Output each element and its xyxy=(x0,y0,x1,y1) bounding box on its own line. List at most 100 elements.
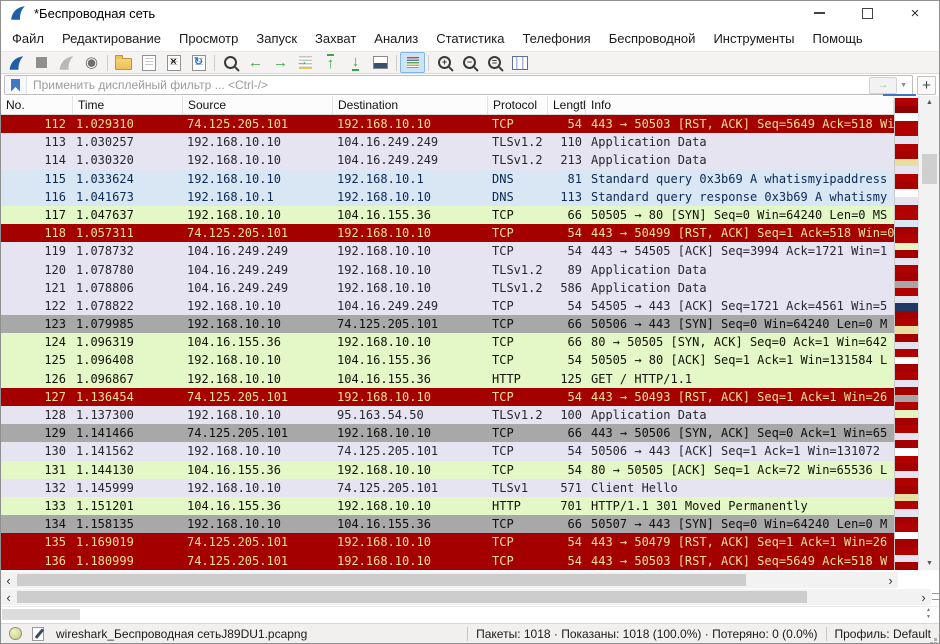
column-header-destination[interactable]: Destination xyxy=(333,96,488,114)
find-packet-button[interactable] xyxy=(218,52,243,73)
packet-row-126[interactable]: 1261.096867192.168.10.10104.16.155.36HTT… xyxy=(1,370,894,388)
horizontal-scroll-thumb-1[interactable] xyxy=(17,574,746,586)
col-proto: DNS xyxy=(488,188,548,206)
col-time: 1.145999 xyxy=(73,479,183,497)
scroll-down-icon[interactable]: ▼ xyxy=(919,560,940,567)
menu-item-1[interactable]: Редактирование xyxy=(53,28,170,49)
last-packet-button[interactable]: ↓ xyxy=(343,52,368,73)
spinner-icon[interactable]: ▲▼ xyxy=(926,607,931,621)
menu-item-0[interactable]: Файл xyxy=(3,28,53,49)
col-proto: HTTP xyxy=(488,497,548,515)
packet-row-113[interactable]: 1131.030257192.168.10.10104.16.249.249TL… xyxy=(1,133,894,151)
scroll-right-icon[interactable]: › xyxy=(916,589,931,605)
stop-capture-button[interactable] xyxy=(29,52,54,73)
restart-capture-button[interactable] xyxy=(54,52,79,73)
vertical-scroll-thumb[interactable] xyxy=(922,154,937,184)
packet-row-128[interactable]: 1281.137300192.168.10.1095.163.54.50TLSv… xyxy=(1,406,894,424)
col-dst: 104.16.155.36 xyxy=(333,370,488,388)
first-packet-button[interactable]: ↑ xyxy=(318,52,343,73)
scroll-left-icon[interactable]: ‹ xyxy=(1,572,16,588)
autoscroll-button[interactable] xyxy=(368,52,393,73)
packet-row-121[interactable]: 1211.078806104.16.249.249192.168.10.10TL… xyxy=(1,279,894,297)
packet-row-127[interactable]: 1271.13645474.125.205.101192.168.10.10TC… xyxy=(1,388,894,406)
packet-row-112[interactable]: 1121.02931074.125.205.101192.168.10.10TC… xyxy=(1,115,894,133)
maximize-button[interactable] xyxy=(843,1,891,25)
column-header-protocol[interactable]: Protocol xyxy=(488,96,548,114)
col-dst: 192.168.10.10 xyxy=(333,279,488,297)
start-capture-button[interactable] xyxy=(4,52,29,73)
packet-row-124[interactable]: 1241.096319104.16.155.36192.168.10.10TCP… xyxy=(1,333,894,351)
close-button[interactable]: × xyxy=(891,1,939,25)
minimap-stripe xyxy=(895,494,919,502)
display-filter-input[interactable]: Применить дисплейный фильтр ... <Ctrl-/>… xyxy=(4,75,913,95)
minimize-button[interactable] xyxy=(795,1,843,25)
column-header-length[interactable]: Length xyxy=(548,96,586,114)
packet-row-130[interactable]: 1301.141562192.168.10.1074.125.205.101TC… xyxy=(1,442,894,460)
colorize-button[interactable] xyxy=(400,52,425,73)
previous-packet-button[interactable]: ← xyxy=(243,52,268,73)
close-file-button[interactable]: × xyxy=(161,52,186,73)
menu-item-4[interactable]: Захват xyxy=(306,28,365,49)
scroll-up-icon[interactable]: ▲ xyxy=(919,99,940,106)
profile-label[interactable]: Профиль: Default xyxy=(835,627,932,641)
intelligent-scrollbar[interactable] xyxy=(894,98,919,570)
menu-item-10[interactable]: Помощь xyxy=(804,28,872,49)
save-file-button[interactable] xyxy=(136,52,161,73)
packet-row-116[interactable]: 1161.041673192.168.10.1192.168.10.10DNS1… xyxy=(1,188,894,206)
minimap-stripe xyxy=(895,456,919,464)
goto-packet-button[interactable]: → xyxy=(293,52,318,73)
packet-row-123[interactable]: 1231.079985192.168.10.1074.125.205.101TC… xyxy=(1,315,894,333)
menu-item-2[interactable]: Просмотр xyxy=(170,28,247,49)
minimap-stripe xyxy=(895,372,919,380)
zoom-100-button[interactable]: = xyxy=(482,52,507,73)
resize-columns-button[interactable] xyxy=(507,52,532,73)
menu-item-5[interactable]: Анализ xyxy=(365,28,427,49)
horizontal-scrollbar-2[interactable]: ‹ › xyxy=(1,589,931,605)
packet-row-129[interactable]: 1291.14146674.125.205.101192.168.10.10TC… xyxy=(1,424,894,442)
column-header-time[interactable]: Time xyxy=(73,96,183,114)
packet-row-117[interactable]: 1171.047637192.168.10.10104.16.155.36TCP… xyxy=(1,206,894,224)
packet-row-115[interactable]: 1151.033624192.168.10.10192.168.10.1DNS8… xyxy=(1,170,894,188)
zoom-out-button[interactable]: − xyxy=(457,52,482,73)
scroll-left-icon[interactable]: ‹ xyxy=(1,589,16,605)
packet-row-119[interactable]: 1191.078732104.16.249.249192.168.10.10TC… xyxy=(1,242,894,260)
add-filter-button[interactable]: + xyxy=(917,76,936,95)
packet-row-134[interactable]: 1341.158135192.168.10.10104.16.155.36TCP… xyxy=(1,515,894,533)
column-header-no[interactable]: No. xyxy=(1,96,73,114)
packet-row-118[interactable]: 1181.05731174.125.205.101192.168.10.10TC… xyxy=(1,224,894,242)
apply-filter-button[interactable]: → xyxy=(869,77,897,94)
expert-info-button[interactable] xyxy=(9,627,22,640)
column-header-source[interactable]: Source xyxy=(183,96,333,114)
capture-comment-button[interactable] xyxy=(32,627,44,641)
menu-item-3[interactable]: Запуск xyxy=(247,28,306,49)
packet-row-122[interactable]: 1221.078822192.168.10.10104.16.249.249TC… xyxy=(1,297,894,315)
col-info: 443 → 50479 [RST, ACK] Seq=1 Ack=1 Win=2… xyxy=(586,533,894,551)
menu-item-7[interactable]: Телефония xyxy=(513,28,599,49)
menu-item-9[interactable]: Инструменты xyxy=(704,28,803,49)
packet-row-131[interactable]: 1311.144130104.16.155.36192.168.10.10TCP… xyxy=(1,461,894,479)
splitter-grip[interactable] xyxy=(932,593,940,600)
packet-row-135[interactable]: 1351.16901974.125.205.101192.168.10.10TC… xyxy=(1,533,894,551)
next-packet-button[interactable]: → xyxy=(268,52,293,73)
open-file-button[interactable] xyxy=(111,52,136,73)
packet-row-132[interactable]: 1321.145999192.168.10.1074.125.205.101TL… xyxy=(1,479,894,497)
capture-options-button[interactable]: ◉ xyxy=(79,52,104,73)
collapsed-pane-handle[interactable] xyxy=(2,609,80,620)
zoom-in-button[interactable]: + xyxy=(432,52,457,73)
packet-row-120[interactable]: 1201.078780104.16.249.249192.168.10.10TL… xyxy=(1,261,894,279)
packet-row-125[interactable]: 1251.096408192.168.10.10104.16.155.36TCP… xyxy=(1,351,894,369)
horizontal-scrollbar-1[interactable]: ‹ › xyxy=(1,572,898,588)
packet-row-136[interactable]: 1361.18099974.125.205.101192.168.10.10TC… xyxy=(1,552,894,570)
packet-row-114[interactable]: 1141.030320192.168.10.10104.16.249.249TL… xyxy=(1,151,894,169)
resize-grip-icon[interactable] xyxy=(934,638,937,641)
horizontal-scroll-thumb-2[interactable] xyxy=(17,591,807,603)
menu-item-6[interactable]: Статистика xyxy=(427,28,513,49)
filter-bookmark-button[interactable] xyxy=(5,76,27,94)
vertical-scrollbar[interactable]: ▲ ▼ xyxy=(918,96,940,570)
filter-dropdown-icon[interactable]: ▼ xyxy=(900,82,907,89)
column-header-info[interactable]: Info xyxy=(586,96,894,114)
menu-item-8[interactable]: Беспроводной xyxy=(600,28,705,49)
packet-row-133[interactable]: 1331.151201104.16.155.36192.168.10.10HTT… xyxy=(1,497,894,515)
reload-file-button[interactable]: ↻ xyxy=(186,52,211,73)
scroll-right-icon[interactable]: › xyxy=(883,572,898,588)
